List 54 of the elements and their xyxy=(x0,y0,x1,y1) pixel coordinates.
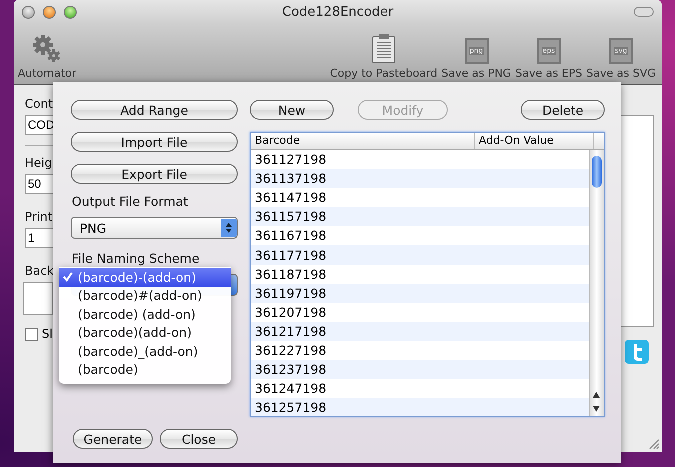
column-header[interactable]: Barcode xyxy=(251,133,475,149)
table-cell-text: 361227198 xyxy=(254,342,327,358)
sheet-button[interactable]: Close xyxy=(160,429,238,449)
naming-scheme-label: File Naming Scheme xyxy=(71,251,201,266)
logo-icon xyxy=(625,340,649,364)
clipboard-icon xyxy=(372,34,396,64)
menu-item[interactable]: (barcode) (add-on) xyxy=(59,305,231,324)
zoom-button[interactable] xyxy=(64,6,77,18)
table-cell-text: 361237198 xyxy=(254,362,327,378)
checkbox[interactable] xyxy=(25,328,38,340)
window-title: Code128Encoder xyxy=(282,4,394,20)
sheet-button[interactable]: Add Range xyxy=(71,100,238,120)
minimize-button[interactable] xyxy=(43,6,56,18)
content-label: Cont xyxy=(25,97,54,113)
sheet-button[interactable]: New xyxy=(250,100,334,120)
table-cell-text: 361257198 xyxy=(254,400,327,416)
menu-item[interactable]: (barcode)(add-on) xyxy=(59,324,231,342)
color-well[interactable] xyxy=(23,282,53,315)
column-header[interactable]: Add-On Value xyxy=(475,133,594,149)
table-cell-text: 361197198 xyxy=(254,286,327,301)
table-cell-text: 361217198 xyxy=(254,324,327,339)
table-cell-text: 361167198 xyxy=(254,228,327,244)
close-button[interactable] xyxy=(22,6,35,18)
menu-item[interactable]: (barcode)-(add-on) xyxy=(59,268,231,286)
table-cell-text: 361247198 xyxy=(254,381,327,396)
checkmark-icon xyxy=(63,272,73,282)
print-label: Print xyxy=(25,210,54,226)
format-dropdown[interactable]: PNG xyxy=(71,217,238,239)
menu-item[interactable]: (barcode) xyxy=(59,360,231,379)
stepper-icon xyxy=(221,219,237,237)
menu-item[interactable]: (barcode)#(add-on) xyxy=(59,286,231,305)
table-cell-text: 361207198 xyxy=(254,304,327,320)
table-cell-text: 361137198 xyxy=(254,171,327,186)
sheet-button[interactable]: Delete xyxy=(521,100,605,120)
sheet-button[interactable]: Generate xyxy=(73,429,153,449)
table-cell-text: 361127198 xyxy=(254,152,327,168)
toolbar-toggle-button[interactable] xyxy=(634,7,654,17)
scrollbar[interactable] xyxy=(589,150,604,416)
sheet-button[interactable]: Export File xyxy=(71,164,238,184)
gear-icon xyxy=(32,34,62,64)
toolbar-button[interactable]: Automator xyxy=(16,34,79,80)
table-cell-text: 361187198 xyxy=(254,266,327,282)
sheet-button[interactable]: Import File xyxy=(71,132,238,152)
toolbar-button[interactable]: Copy to Pasteboard xyxy=(328,34,440,80)
background-label: Back xyxy=(25,264,56,280)
menu-item[interactable]: (barcode)_(add-on) xyxy=(59,342,231,360)
table-cell-text: 361147198 xyxy=(254,190,327,206)
height-label: Heig xyxy=(25,156,54,172)
table-cell-text: 361177198 xyxy=(254,248,327,263)
resize-grip-icon[interactable] xyxy=(649,439,660,450)
checkbox-label: Sl xyxy=(42,327,53,341)
scroll-thumb[interactable] xyxy=(592,156,602,188)
output-format-label: Output File Format xyxy=(71,194,190,209)
table-cell-text: 361157198 xyxy=(254,209,327,224)
